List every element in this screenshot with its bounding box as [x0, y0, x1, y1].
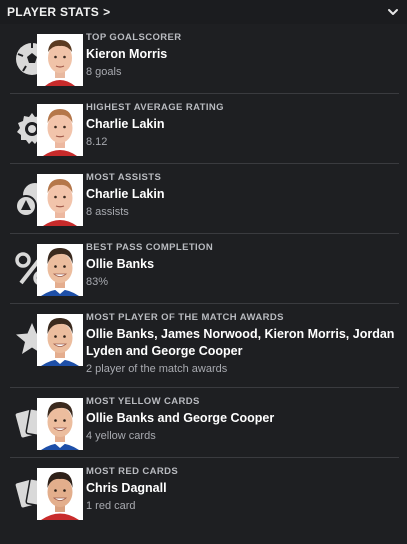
player-face-charlie-lakin: [37, 104, 83, 156]
stats-list: TOP GOALSCORER Kieron Morris 8 goals HIG…: [0, 24, 407, 524]
player-name-link[interactable]: Chris Dagnall: [86, 480, 399, 497]
header-title[interactable]: PLAYER STATS: [7, 5, 99, 19]
stat-media: [10, 242, 83, 303]
player-name-link[interactable]: Charlie Lakin: [86, 186, 399, 203]
stat-row-most-player-of-the-match[interactable]: MOST PLAYER OF THE MATCH AWARDS Ollie Ba…: [10, 304, 399, 388]
collapse-chevron-icon[interactable]: [387, 6, 399, 18]
stat-label: MOST PLAYER OF THE MATCH AWARDS: [86, 312, 284, 323]
stat-label: MOST RED CARDS: [86, 466, 179, 477]
stat-media: [10, 312, 83, 387]
player-face-ollie-banks: [37, 244, 83, 296]
stat-value: 8 assists: [86, 206, 129, 218]
stat-row-most-yellow-cards[interactable]: MOST YELLOW CARDS Ollie Banks and George…: [10, 388, 399, 458]
header-title-link[interactable]: PLAYER STATS >: [7, 5, 110, 19]
stat-value: 2 player of the match awards: [86, 363, 228, 375]
player-face-ollie-banks: [37, 398, 83, 450]
stat-row-best-pass-completion[interactable]: BEST PASS COMPLETION Ollie Banks 83%: [10, 234, 399, 304]
player-name-link[interactable]: Ollie Banks and George Cooper: [86, 410, 399, 427]
stat-value: 4 yellow cards: [86, 430, 156, 442]
stat-media: [10, 466, 83, 524]
player-face-ollie-banks: [37, 314, 83, 366]
stat-row-most-red-cards[interactable]: MOST RED CARDS Chris Dagnall 1 red card: [10, 458, 399, 524]
stat-label: TOP GOALSCORER: [86, 32, 182, 43]
player-name-link[interactable]: Ollie Banks: [86, 256, 399, 273]
stat-value: 8 goals: [86, 66, 122, 78]
player-face-chris-dagnall: [37, 468, 83, 520]
stat-media: [10, 396, 83, 457]
player-name-link[interactable]: Ollie Banks, James Norwood, Kieron Morri…: [86, 326, 399, 360]
stat-media: [10, 172, 83, 233]
stat-label: BEST PASS COMPLETION: [86, 242, 214, 253]
player-name-link[interactable]: Charlie Lakin: [86, 116, 399, 133]
title-chevron[interactable]: >: [103, 5, 110, 19]
stat-row-highest-average-rating[interactable]: HIGHEST AVERAGE RATING Charlie Lakin 8.1…: [10, 94, 399, 164]
player-face-kieron-morris: [37, 34, 83, 86]
player-face-charlie-lakin: [37, 174, 83, 226]
stat-media: [10, 102, 83, 163]
player-stats-header[interactable]: PLAYER STATS >: [0, 0, 407, 24]
stat-value: 83%: [86, 276, 109, 288]
stat-label: MOST ASSISTS: [86, 172, 162, 183]
stat-value: 8.12: [86, 136, 108, 148]
player-stats-panel: PLAYER STATS > TOP GOALSCORER Kieron Mor…: [0, 0, 407, 544]
stat-row-top-goalscorer[interactable]: TOP GOALSCORER Kieron Morris 8 goals: [10, 24, 399, 94]
stat-row-most-assists[interactable]: MOST ASSISTS Charlie Lakin 8 assists: [10, 164, 399, 234]
stat-label: MOST YELLOW CARDS: [86, 396, 200, 407]
stat-media: [10, 32, 83, 93]
stat-label: HIGHEST AVERAGE RATING: [86, 102, 224, 113]
stat-value: 1 red card: [86, 500, 136, 512]
player-name-link[interactable]: Kieron Morris: [86, 46, 399, 63]
